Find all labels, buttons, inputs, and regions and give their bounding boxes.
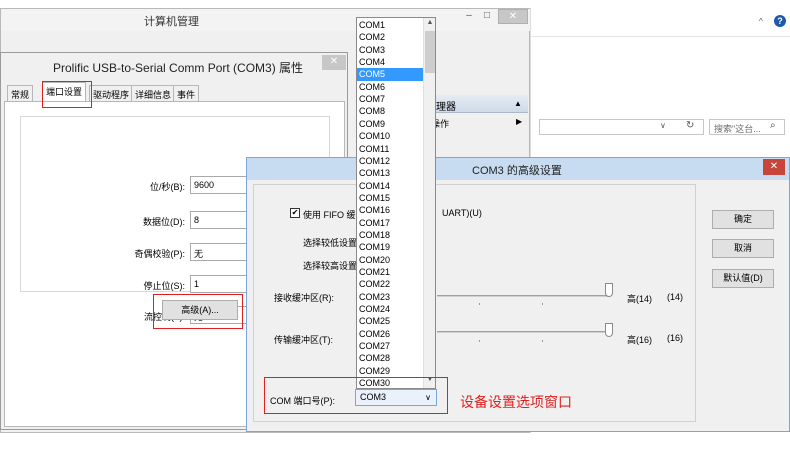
- data-bits-label: 数据位(D):: [143, 217, 185, 227]
- receive-buffer-label: 接收缓冲区(R):: [274, 293, 334, 303]
- dropdown-item[interactable]: COM2: [357, 31, 423, 43]
- ok-button[interactable]: 确定: [712, 210, 774, 229]
- dropdown-item[interactable]: COM5: [357, 68, 423, 81]
- cm-window-title: 计算机管理: [144, 16, 199, 28]
- dropdown-item[interactable]: COM14: [357, 180, 423, 192]
- receive-buffer-thumb[interactable]: [605, 283, 613, 297]
- default-button[interactable]: 默认值(D): [712, 269, 774, 288]
- stop-bits-label: 停止位(S):: [143, 281, 186, 291]
- transmit-buffer-thumb[interactable]: [605, 323, 613, 337]
- maximize-button[interactable]: □: [479, 9, 495, 24]
- tab-events[interactable]: 事件: [173, 85, 200, 101]
- dropdown-scrollbar[interactable]: ▲ ▼: [423, 18, 435, 388]
- advanced-title: COM3 的高级设置: [472, 165, 562, 177]
- dropdown-item[interactable]: COM4: [357, 56, 423, 68]
- dropdown-item[interactable]: COM19: [357, 241, 423, 253]
- dropdown-item[interactable]: COM18: [357, 229, 423, 241]
- search-icon[interactable]: ⌕: [770, 120, 776, 131]
- slider-tick: [479, 303, 480, 305]
- collapse-up-icon[interactable]: ▲: [514, 99, 522, 108]
- divider: [531, 36, 790, 37]
- properties-title-bar[interactable]: Prolific USB-to-Serial Comm Port (COM3) …: [1, 53, 347, 79]
- slider-tick: [542, 340, 543, 342]
- cancel-button[interactable]: 取消: [712, 239, 774, 258]
- receive-buffer-slider[interactable]: [437, 295, 609, 297]
- slider-tick: [542, 303, 543, 305]
- scroll-up-icon[interactable]: ▲: [424, 19, 435, 29]
- receive-buffer-value: (14): [667, 292, 684, 302]
- actions-header-label: 理器: [436, 102, 456, 113]
- explorer-ribbon: ^ ?: [531, 8, 790, 36]
- search-input[interactable]: 搜索"这台... ⌕: [709, 119, 785, 135]
- highlight-com-port: [264, 377, 448, 414]
- low-setting-label: 选择较低设置: [303, 238, 358, 248]
- close-button[interactable]: ✕: [763, 159, 785, 175]
- fifo-label-uart: UART)(U): [442, 208, 482, 218]
- dropdown-item[interactable]: COM17: [357, 217, 423, 229]
- tab-general[interactable]: 常规: [7, 85, 34, 101]
- dropdown-item[interactable]: COM22: [357, 278, 423, 290]
- dropdown-item[interactable]: COM16: [357, 204, 423, 216]
- com-port-dropdown-list[interactable]: COM1 COM2 COM3 COM4 COM5 COM6 COM7 COM8 COM9 COM1…: [356, 17, 436, 389]
- dropdown-item[interactable]: COM8: [357, 105, 423, 117]
- parity-value: 无: [194, 249, 204, 259]
- cm-title-bar[interactable]: 计算机管理 – □ ✕: [1, 9, 531, 31]
- help-icon[interactable]: ?: [774, 15, 786, 27]
- tab-driver[interactable]: 驱动程序: [89, 85, 134, 101]
- dropdown-item[interactable]: COM1: [357, 19, 423, 31]
- dropdown-item[interactable]: COM25: [357, 315, 423, 327]
- dropdown-item[interactable]: COM27: [357, 340, 423, 352]
- properties-title: Prolific USB-to-Serial Comm Port (COM3) …: [53, 61, 304, 75]
- dropdown-item[interactable]: COM24: [357, 303, 423, 315]
- minimize-button[interactable]: –: [461, 9, 477, 24]
- baud-rate-value: 9600: [194, 180, 215, 190]
- slider-tick: [479, 340, 480, 342]
- transmit-buffer-slider[interactable]: [437, 331, 609, 333]
- fifo-checkbox[interactable]: ✔: [290, 208, 300, 218]
- fifo-label: 使用 FIFO 缓: [303, 210, 356, 220]
- address-dropdown-icon[interactable]: ∨: [660, 121, 666, 130]
- receive-buffer-level: 高(14): [627, 294, 653, 304]
- dropdown-item[interactable]: COM23: [357, 291, 423, 303]
- parity-label: 奇偶校验(P):: [134, 249, 186, 259]
- stop-bits-value: 1: [194, 279, 200, 289]
- dropdown-item[interactable]: COM21: [357, 266, 423, 278]
- dropdown-item[interactable]: COM13: [357, 167, 423, 179]
- dropdown-item[interactable]: COM26: [357, 328, 423, 340]
- annotation-caption: 设备设置选项窗口: [460, 394, 572, 410]
- advanced-title-bar[interactable]: COM3 的高级设置 ✕: [247, 158, 789, 180]
- dropdown-item[interactable]: COM29: [357, 365, 423, 377]
- dropdown-item[interactable]: COM7: [357, 93, 423, 105]
- transmit-buffer-level: 高(16): [627, 335, 653, 345]
- close-button[interactable]: ✕: [498, 9, 528, 24]
- refresh-icon[interactable]: ↻: [686, 120, 694, 131]
- transmit-buffer-label: 传输缓冲区(T):: [274, 335, 333, 345]
- dropdown-item[interactable]: COM20: [357, 254, 423, 266]
- tab-details[interactable]: 详细信息: [131, 85, 176, 101]
- chevron-right-icon[interactable]: ▶: [516, 117, 522, 126]
- highlight-port-settings-tab: [42, 81, 92, 108]
- scroll-thumb[interactable]: [425, 31, 435, 73]
- baud-rate-label: 位/秒(B):: [150, 182, 185, 192]
- transmit-buffer-value: (16): [667, 333, 684, 343]
- ribbon-expand-icon[interactable]: ^: [759, 17, 763, 26]
- high-setting-label: 选择较高设置: [303, 261, 358, 271]
- address-bar[interactable]: [539, 119, 704, 135]
- search-placeholder: 搜索"这台...: [714, 124, 761, 134]
- close-button[interactable]: ✕: [322, 55, 346, 70]
- dropdown-item[interactable]: COM12: [357, 155, 423, 167]
- dropdown-item[interactable]: COM10: [357, 130, 423, 142]
- dropdown-item[interactable]: COM11: [357, 143, 423, 155]
- highlight-advanced-button: [153, 294, 243, 329]
- dropdown-item[interactable]: COM28: [357, 352, 423, 364]
- dropdown-item[interactable]: COM9: [357, 118, 423, 130]
- dropdown-item[interactable]: COM15: [357, 192, 423, 204]
- dropdown-item[interactable]: COM6: [357, 81, 423, 93]
- data-bits-value: 8: [194, 215, 200, 225]
- actions-pane-header[interactable]: 理器 ▲: [426, 95, 528, 113]
- dropdown-item[interactable]: COM3: [357, 44, 423, 56]
